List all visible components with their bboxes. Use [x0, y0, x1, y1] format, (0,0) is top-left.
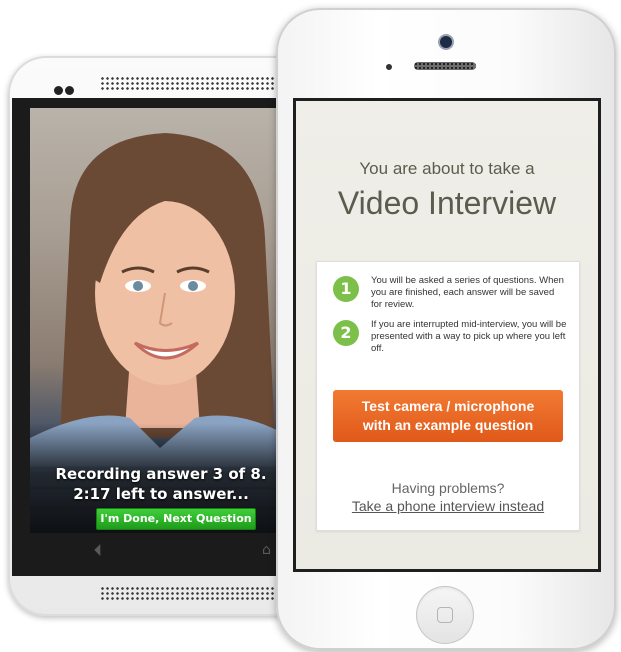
home-button[interactable]	[416, 586, 474, 644]
speaker-grille-bottom	[100, 586, 280, 602]
done-next-question-button[interactable]: I'm Done, Next Question	[96, 508, 256, 530]
android-phone: Recording answer 3 of 8. 2:17 left to an…	[8, 56, 298, 616]
iphone-device: You are about to take a Video Interview …	[276, 8, 616, 650]
android-nav-bar: 🞀 ⌂	[30, 538, 292, 568]
instructions-card: 1 You will be asked a series of question…	[316, 261, 580, 531]
recording-status: Recording answer 3 of 8.	[55, 465, 267, 483]
interview-intro-page: You are about to take a Video Interview …	[296, 101, 598, 569]
intro-subtitle: You are about to take a	[359, 159, 535, 178]
test-button-line2: with an example question	[362, 417, 534, 433]
iphone-screen: You are about to take a Video Interview …	[293, 98, 601, 572]
step-number-badge: 2	[333, 320, 359, 346]
test-button-line1: Test camera / microphone	[361, 398, 535, 414]
step-text: If you are interrupted mid-interview, yo…	[371, 319, 567, 354]
speaker-grille	[100, 76, 280, 92]
step-text: You will be asked a series of questions.…	[371, 275, 564, 310]
home-square-icon	[437, 607, 453, 623]
front-camera-icon	[440, 36, 452, 48]
back-icon[interactable]: 🞀	[94, 540, 101, 561]
problems-text: Having problems?	[391, 480, 505, 496]
time-remaining: 2:17 left to answer...	[73, 485, 249, 503]
video-preview: Recording answer 3 of 8. 2:17 left to an…	[30, 108, 292, 533]
phone-interview-link[interactable]: Take a phone interview instead	[317, 498, 579, 514]
android-screen: Recording answer 3 of 8. 2:17 left to an…	[12, 98, 298, 576]
earpiece-speaker	[414, 62, 476, 70]
page-title: Video Interview	[337, 185, 557, 221]
home-icon[interactable]: ⌂	[262, 542, 271, 558]
proximity-sensor	[386, 64, 392, 70]
step-number-badge: 1	[333, 276, 359, 302]
camera-icon	[54, 80, 76, 95]
test-camera-button[interactable]: Test camera / microphone with an example…	[333, 390, 563, 442]
